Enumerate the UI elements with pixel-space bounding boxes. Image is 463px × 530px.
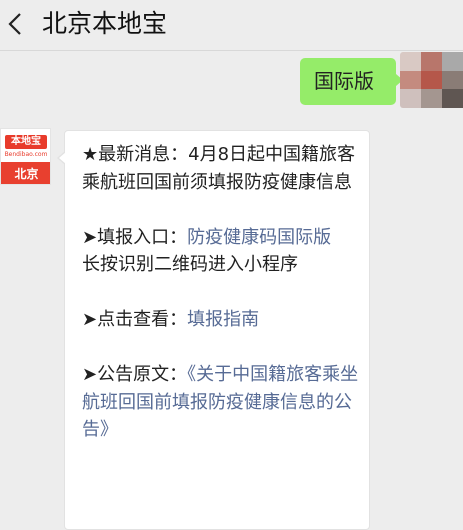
avatar-mosaic-tile [421,52,442,71]
brand-city-text: 北京 [1,162,50,184]
entry-line: ➤填报入口：防疫健康码国际版 [82,224,360,252]
message-body: ★最新消息：4月8日起中国籍旅客乘航班回国前须填报防疫健康信息 ➤填报入口：防疫… [82,141,360,444]
avatar-mosaic-tile [400,70,421,90]
entry-link[interactable]: 防疫健康码国际版 [187,227,331,248]
avatar-mosaic-tile [421,70,442,90]
headline-text: ★最新消息：4月8日起中国籍旅客乘航班回国前须填报防疫健康信息 [82,144,356,193]
avatar-mosaic-tile [442,52,463,71]
view-prefix: ➤点击查看： [82,309,188,330]
brand-domain-text: Bendibao.com [4,151,48,158]
avatar-mosaic-tile [400,89,421,108]
avatar-mosaic-tile [421,89,442,108]
chat-title: 北京本地宝 [42,9,168,38]
entry-note-text: 长按识别二维码进入小程序 [82,254,298,275]
incoming-message-bubble[interactable]: ★最新消息：4月8日起中国籍旅客乘航班回国前须填报防疫健康信息 ➤填报入口：防疫… [57,130,370,530]
my-avatar[interactable] [400,52,463,108]
guide-link[interactable]: 填报指南 [187,309,259,330]
avatar-mosaic-tile [442,70,463,90]
my-message-text: 国际版 [314,69,374,93]
notice-prefix: ➤公告原文： [82,364,188,385]
my-message-bubble[interactable]: 国际版 [300,58,403,105]
back-arrow-icon[interactable] [4,8,30,40]
avatar-mosaic-tile [400,52,421,71]
sender-avatar[interactable]: 本地宝 Bendibao.com 北京 [0,128,51,185]
chat-header: 北京本地宝 [0,0,463,51]
brand-logo-text: 本地宝 [5,135,47,149]
notice-line: ➤公告原文：《关于中国籍旅客乘坐航班回国前填报防疫健康信息的公告》 [82,361,360,444]
avatar-mosaic-tile [442,89,463,108]
entry-prefix: ➤填报入口： [82,226,188,248]
view-line: ➤点击查看：填报指南 [82,306,360,334]
